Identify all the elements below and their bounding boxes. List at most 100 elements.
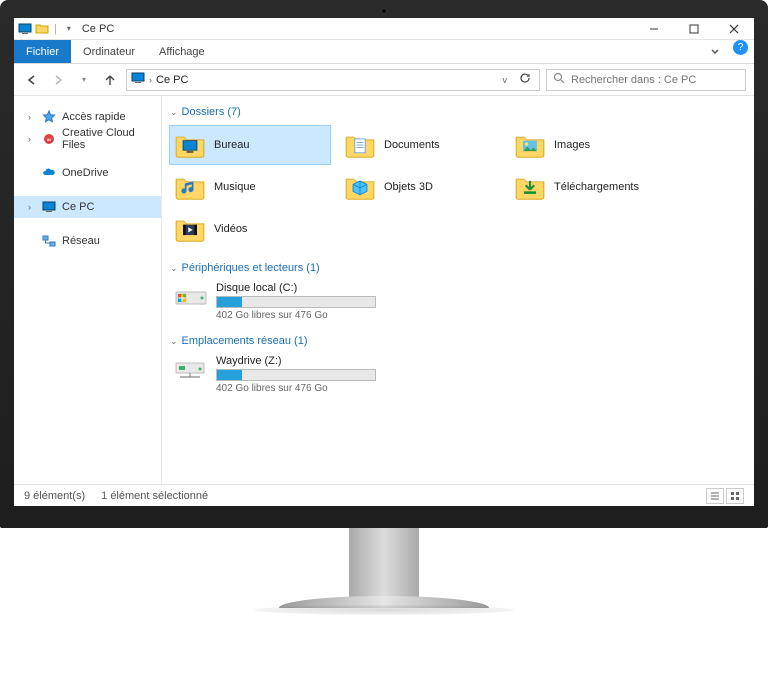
refresh-button[interactable] — [515, 72, 535, 87]
folder-icon — [344, 171, 376, 203]
chevron-right-icon[interactable]: › — [28, 202, 36, 212]
folder-item[interactable]: Images — [510, 126, 670, 164]
drive-usage-fill — [217, 370, 242, 380]
folder-label: Vidéos — [214, 223, 247, 235]
onedrive-icon — [42, 166, 56, 180]
ribbon-collapse-icon[interactable] — [703, 40, 727, 63]
folder-icon[interactable] — [35, 22, 49, 36]
tab-view[interactable]: Affichage — [147, 40, 217, 63]
up-button[interactable] — [100, 70, 120, 90]
sidebar-item-label: Réseau — [62, 235, 100, 247]
drive-info: Disque local (C:) 402 Go libres sur 476 … — [216, 282, 376, 321]
folder-item[interactable]: Musique — [170, 168, 330, 206]
sidebar-item-onedrive[interactable]: OneDrive — [14, 162, 161, 184]
forward-button[interactable] — [48, 70, 68, 90]
drive-free-label: 402 Go libres sur 476 Go — [216, 383, 376, 394]
drive-free-label: 402 Go libres sur 476 Go — [216, 310, 376, 321]
sidebar-item-label: Ce PC — [62, 201, 94, 213]
sidebar-item-creative-cloud[interactable]: › ∞ Creative Cloud Files — [14, 128, 161, 150]
drive-item[interactable]: Disque local (C:) 402 Go libres sur 476 … — [170, 278, 430, 331]
group-header-folders[interactable]: ⌄ Dossiers (7) — [170, 102, 746, 122]
pc-icon — [131, 71, 145, 88]
group-header-drives[interactable]: ⌄ Périphériques et lecteurs (1) — [170, 258, 746, 278]
address-bar: ▾ › Ce PC v — [14, 64, 754, 96]
breadcrumb-separator-icon[interactable]: › — [149, 75, 152, 85]
folders-grid: Bureau Documents Images Musique Objets 3… — [170, 122, 746, 258]
group-header-label: Dossiers (7) — [182, 106, 241, 118]
status-bar: 9 élément(s) 1 élément sélectionné — [14, 484, 754, 506]
drives-list: Disque local (C:) 402 Go libres sur 476 … — [170, 278, 746, 331]
help-icon[interactable]: ? — [733, 40, 748, 55]
view-toggle — [706, 488, 744, 504]
folder-item[interactable]: Vidéos — [170, 210, 330, 248]
minimize-button[interactable] — [634, 18, 674, 40]
folder-item[interactable]: Téléchargements — [510, 168, 670, 206]
view-details-button[interactable] — [706, 488, 724, 504]
drive-usage-bar — [216, 296, 376, 308]
sidebar-item-label: Accès rapide — [62, 111, 126, 123]
folder-label: Objets 3D — [384, 181, 433, 193]
breadcrumb[interactable]: Ce PC — [156, 74, 188, 86]
content-pane: ⌄ Dossiers (7) Bureau Documents Images M… — [162, 96, 754, 484]
maximize-button[interactable] — [674, 18, 714, 40]
back-button[interactable] — [22, 70, 42, 90]
sidebar-item-quick-access[interactable]: › Accès rapide — [14, 106, 161, 128]
close-button[interactable] — [714, 18, 754, 40]
drive-name: Disque local (C:) — [216, 282, 376, 294]
qat-separator: | — [54, 23, 57, 35]
location-dropdown-icon[interactable]: v — [499, 75, 512, 85]
navigation-sidebar: › Accès rapide › ∞ Creative Cloud Files — [14, 96, 162, 484]
sidebar-item-this-pc[interactable]: › Ce PC — [14, 196, 161, 218]
drive-usage-fill — [217, 297, 242, 307]
svg-text:∞: ∞ — [47, 138, 51, 144]
folder-item[interactable]: Bureau — [170, 126, 330, 164]
folder-icon — [344, 129, 376, 161]
qat-dropdown-icon[interactable]: ▾ — [62, 22, 76, 36]
chevron-down-icon: ⌄ — [170, 336, 178, 347]
search-icon — [553, 72, 565, 87]
group-header-label: Périphériques et lecteurs (1) — [182, 262, 320, 274]
star-icon — [42, 110, 56, 124]
chevron-right-icon[interactable]: › — [28, 112, 36, 122]
folder-label: Bureau — [214, 139, 249, 151]
drive-item[interactable]: Waydrive (Z:) 402 Go libres sur 476 Go — [170, 351, 430, 404]
folder-icon — [174, 213, 206, 245]
quick-access-toolbar: | ▾ — [18, 22, 76, 36]
location-box[interactable]: › Ce PC v — [126, 69, 540, 91]
chevron-right-icon[interactable]: › — [28, 134, 36, 144]
folder-label: Documents — [384, 139, 440, 151]
folder-icon — [514, 171, 546, 203]
search-box[interactable] — [546, 69, 746, 91]
group-header-network[interactable]: ⌄ Emplacements réseau (1) — [170, 331, 746, 351]
folder-icon — [174, 171, 206, 203]
folder-icon — [174, 129, 206, 161]
folder-icon — [514, 129, 546, 161]
window-controls — [634, 18, 754, 40]
drive-icon — [174, 282, 208, 310]
sidebar-item-label: OneDrive — [62, 167, 108, 179]
view-icons-button[interactable] — [726, 488, 744, 504]
sidebar-item-network[interactable]: Réseau — [14, 230, 161, 252]
monitor-shadow — [254, 605, 514, 615]
body: › Accès rapide › ∞ Creative Cloud Files — [14, 96, 754, 484]
sidebar-item-label: Creative Cloud Files — [62, 127, 161, 151]
status-item-count: 9 élément(s) — [24, 490, 85, 502]
file-explorer-window: | ▾ Ce PC Fichier Ordinateur Affichage — [14, 18, 754, 506]
recent-dropdown-icon[interactable]: ▾ — [74, 70, 94, 90]
drive-usage-bar — [216, 369, 376, 381]
status-selection: 1 élément sélectionné — [101, 490, 208, 502]
tab-file[interactable]: Fichier — [14, 40, 71, 63]
pc-icon — [18, 22, 32, 36]
title-bar: | ▾ Ce PC — [14, 18, 754, 40]
drive-icon — [174, 355, 208, 383]
monitor-frame: | ▾ Ce PC Fichier Ordinateur Affichage — [0, 0, 768, 528]
drive-name: Waydrive (Z:) — [216, 355, 376, 367]
search-input[interactable] — [571, 74, 739, 86]
folder-item[interactable]: Objets 3D — [340, 168, 500, 206]
chevron-down-icon: ⌄ — [170, 263, 178, 274]
pc-icon — [42, 200, 56, 214]
folder-item[interactable]: Documents — [340, 126, 500, 164]
tab-computer[interactable]: Ordinateur — [71, 40, 147, 63]
folder-label: Images — [554, 139, 590, 151]
window-title: Ce PC — [82, 23, 114, 35]
